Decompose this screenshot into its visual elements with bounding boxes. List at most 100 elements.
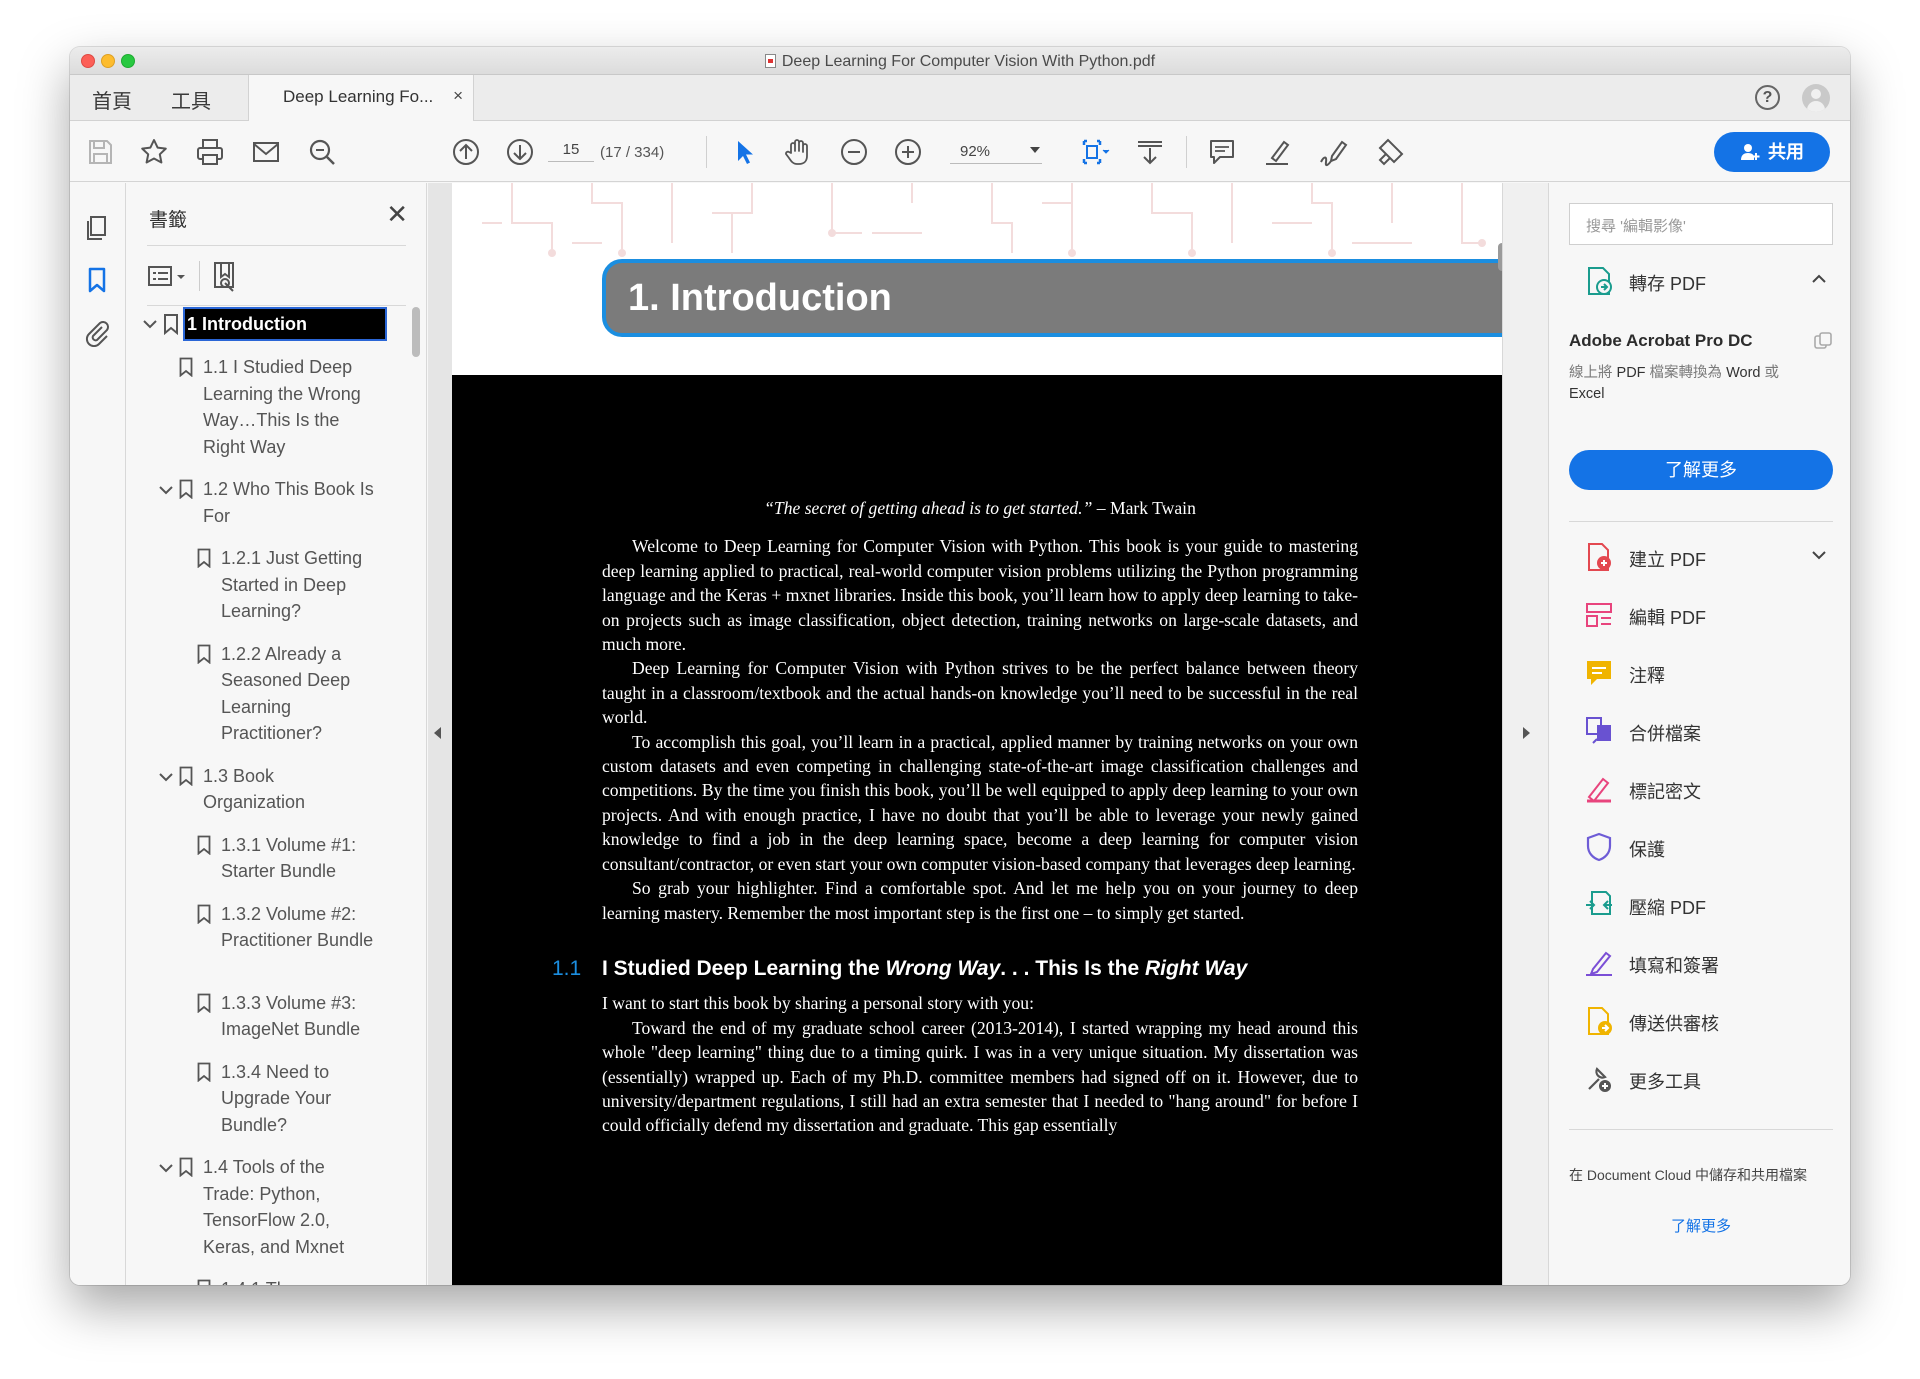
avatar[interactable] xyxy=(1802,84,1830,112)
tool-label: 保護 xyxy=(1629,840,1665,860)
bookmark-label-line: 1.1 I Studied Deep xyxy=(203,357,353,377)
close-tab-icon[interactable]: × xyxy=(453,86,463,106)
right-panel-gutter xyxy=(1502,183,1548,1285)
tool-label: 編輯 PDF xyxy=(1629,608,1707,628)
zoom-value: 92% xyxy=(960,143,991,160)
bookmark-panel-icon[interactable] xyxy=(82,265,112,295)
zoom-out-icon[interactable] xyxy=(838,136,870,168)
help-icon[interactable]: ? xyxy=(1755,85,1780,110)
tool-more-tools[interactable]: 更多工具 xyxy=(1575,1059,1835,1099)
bookmark-label-line: Practitioner? xyxy=(221,723,323,743)
zoom-search-icon[interactable] xyxy=(306,136,338,168)
promo-title: Adobe Acrobat Pro DC xyxy=(1569,331,1753,350)
comment-icon[interactable] xyxy=(1206,136,1238,168)
tool-edit-pdf[interactable]: 編輯 PDF xyxy=(1575,595,1835,635)
attachment-icon[interactable] xyxy=(82,317,112,348)
divider xyxy=(147,245,406,246)
learn-more-link[interactable]: 了解更多 xyxy=(1569,1215,1833,1236)
bookmark-item-introduction[interactable]: 1 Introduction xyxy=(183,307,387,341)
copy-icon[interactable] xyxy=(1813,331,1833,351)
bookmark-label-line: Organization xyxy=(203,792,306,812)
chapter-title-banner: 1. Introduction xyxy=(602,259,1504,337)
highlight-pen-icon[interactable] xyxy=(1262,136,1294,168)
mail-icon[interactable] xyxy=(250,136,282,168)
bookmark-label-line: Bundle? xyxy=(221,1114,288,1135)
select-arrow-icon[interactable] xyxy=(728,136,760,168)
bookmark-icon xyxy=(197,993,211,1013)
tool-redact[interactable]: 標記密文 xyxy=(1575,769,1835,809)
bookmark-label-line: 1.4.1 The xyxy=(221,1276,343,1285)
page-up-icon[interactable] xyxy=(450,136,482,168)
section-title-part: . . . This Is the xyxy=(1000,956,1145,980)
zoom-select[interactable]: 92% xyxy=(950,143,1042,164)
page-number-input[interactable]: 15 xyxy=(548,141,594,162)
tool-fill-sign[interactable]: 填寫和簽署 xyxy=(1575,943,1835,983)
collapse-left-panel-icon[interactable] xyxy=(428,723,448,743)
new-bookmark-icon[interactable] xyxy=(211,261,241,293)
tool-label: 合併檔案 xyxy=(1629,724,1701,744)
stamp-icon[interactable] xyxy=(1374,136,1406,168)
bookmark-label: 1.3.3 Volume #3: ImageNet Bundle xyxy=(221,990,360,1043)
tool-compress-pdf[interactable]: 壓縮 PDF xyxy=(1575,885,1835,925)
tool-label: 標記密文 xyxy=(1629,782,1701,802)
tool-create-pdf[interactable]: 建立 PDF xyxy=(1575,537,1835,577)
page-thumbnails-icon[interactable] xyxy=(82,213,112,243)
chevron-up-icon[interactable] xyxy=(1811,273,1827,285)
close-icon[interactable]: ✕ xyxy=(386,199,408,230)
export-pdf-tool[interactable]: 轉存 PDF xyxy=(1575,261,1835,301)
chevron-down-icon[interactable] xyxy=(159,772,173,782)
pdf-document-icon xyxy=(764,54,776,68)
body-paragraph: Toward the end of my graduate school car… xyxy=(602,1017,1358,1136)
bookmark-label-line: Starter Bundle xyxy=(221,861,337,881)
share-button[interactable]: 共用 xyxy=(1714,132,1830,172)
learn-more-button[interactable]: 了解更多 xyxy=(1569,450,1833,490)
promo-text: Excel xyxy=(1569,386,1605,402)
redact-icon xyxy=(1587,777,1611,803)
hand-icon[interactable] xyxy=(782,136,814,168)
acrobat-window: Deep Learning For Computer Vision With P… xyxy=(70,47,1850,1285)
sign-icon[interactable] xyxy=(1318,136,1350,168)
bookmark-label-line: TensorFlow 2.0, xyxy=(203,1210,331,1230)
zoom-in-icon[interactable] xyxy=(892,136,924,168)
tool-label: 更多工具 xyxy=(1629,1072,1701,1092)
fill-sign-icon xyxy=(1586,951,1612,976)
print-icon[interactable] xyxy=(194,136,226,168)
tool-protect[interactable]: 保護 xyxy=(1575,827,1835,867)
promo-text: 或 xyxy=(1760,365,1780,381)
scroll-mode-icon[interactable] xyxy=(1134,136,1166,168)
send-review-icon xyxy=(1588,1007,1612,1035)
fit-page-icon[interactable] xyxy=(1078,136,1110,168)
window-title: Deep Learning For Computer Vision With P… xyxy=(70,53,1850,71)
bookmark-label: 1.3.4 Need to Upgrade Your Bundle? xyxy=(221,1059,331,1139)
bookmark-label-line: Keras, and Mxnet xyxy=(203,1236,345,1257)
chevron-down-icon[interactable] xyxy=(159,1163,173,1173)
document-view: 1. Introduction “The secret of getting a… xyxy=(428,183,1504,1285)
star-icon[interactable] xyxy=(138,136,170,168)
chevron-down-icon[interactable] xyxy=(1811,549,1827,561)
promo-text: Word xyxy=(1726,365,1761,381)
bookmark-label-line: 1.3.1 Volume #1: xyxy=(221,834,357,855)
bookmark-options-icon[interactable] xyxy=(147,263,191,291)
tool-comment-tool[interactable]: 注釋 xyxy=(1575,653,1835,693)
bookmarks-scrollbar[interactable] xyxy=(412,307,420,357)
edit-pdf-icon xyxy=(1586,603,1612,627)
page-down-icon[interactable] xyxy=(504,136,536,168)
toolbar-divider xyxy=(706,136,707,168)
tool-combine-files[interactable]: 合併檔案 xyxy=(1575,711,1835,751)
bookmark-label-line: Started in Deep xyxy=(221,574,347,595)
tool-label: 傳送供審核 xyxy=(1629,1014,1719,1034)
tool-send-review[interactable]: 傳送供審核 xyxy=(1575,1001,1835,1041)
section-title-emphasis: Right Way xyxy=(1144,956,1248,980)
chevron-down-icon[interactable] xyxy=(159,485,173,495)
tab-home[interactable]: 首頁 xyxy=(92,85,132,114)
divider xyxy=(147,305,406,306)
tab-document[interactable]: Deep Learning Fo... × xyxy=(248,75,474,121)
save-icon[interactable] xyxy=(84,136,116,168)
navigation-rail xyxy=(70,183,126,1285)
section-title-emphasis: Wrong Way xyxy=(885,956,1001,980)
tab-tools[interactable]: 工具 xyxy=(171,85,211,114)
collapse-right-panel-icon[interactable] xyxy=(1516,723,1536,743)
tools-search-input[interactable]: 搜尋 '編輯影像' xyxy=(1569,203,1833,245)
share-button-label: 共用 xyxy=(1768,142,1804,162)
chevron-down-icon[interactable] xyxy=(143,319,157,329)
